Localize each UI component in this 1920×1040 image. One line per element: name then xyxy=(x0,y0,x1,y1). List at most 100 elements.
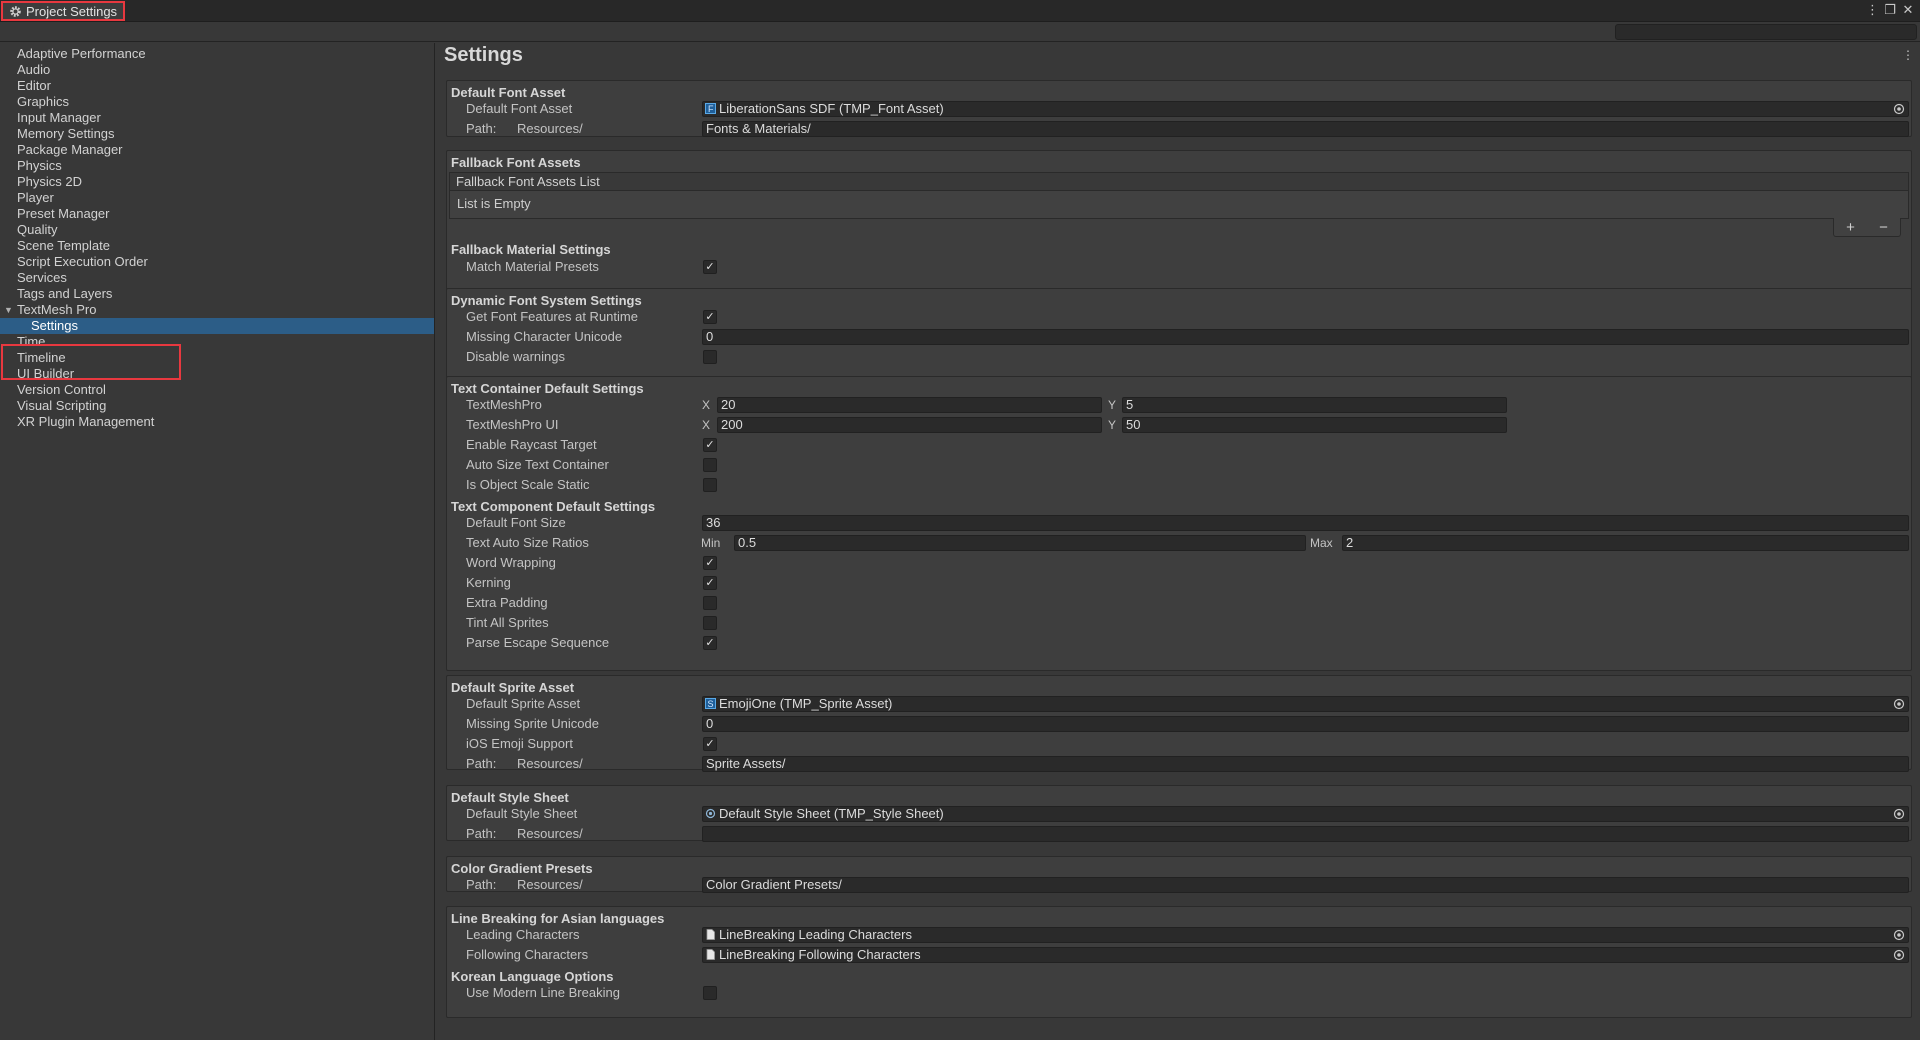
default-font-size-input[interactable]: 36 xyxy=(702,515,1909,531)
parse-escape-sequence-checkbox[interactable]: ✓ xyxy=(703,636,717,650)
maximize-icon[interactable]: ❐ xyxy=(1884,2,1896,18)
auto-size-max-input[interactable]: 2 xyxy=(1342,535,1909,551)
field-label: Missing Character Unicode xyxy=(466,329,623,344)
word-wrapping-checkbox[interactable]: ✓ xyxy=(703,556,717,570)
remove-item-button[interactable]: − xyxy=(1879,219,1888,236)
sidebar-item-tags-and-layers[interactable]: Tags and Layers xyxy=(0,286,434,302)
leading-characters-field[interactable]: LineBreaking Leading Characters xyxy=(702,927,1909,943)
sidebar-item-player[interactable]: Player xyxy=(0,190,434,206)
text-asset-icon xyxy=(706,929,715,940)
path-prefix: Resources/ xyxy=(517,121,583,136)
font-path-input[interactable]: Fonts & Materials/ xyxy=(702,121,1909,137)
sidebar-item-audio[interactable]: Audio xyxy=(0,62,434,78)
min-label: Min xyxy=(701,536,721,550)
x-label: X xyxy=(702,418,711,432)
field-label: Auto Size Text Container xyxy=(466,457,609,472)
sidebar-item-physics-2d[interactable]: Physics 2D xyxy=(0,174,434,190)
textmeshpro-ui-x-input[interactable]: 200 xyxy=(717,417,1102,433)
sidebar-item-ui-builder[interactable]: UI Builder xyxy=(0,366,434,382)
ios-emoji-support-checkbox[interactable]: ✓ xyxy=(703,737,717,751)
field-label: Text Auto Size Ratios xyxy=(466,535,589,550)
get-font-features-checkbox[interactable]: ✓ xyxy=(703,310,717,324)
object-picker-icon[interactable] xyxy=(1893,929,1905,941)
sidebar-item-xr-plugin-management[interactable]: XR Plugin Management xyxy=(0,414,434,430)
textmeshpro-y-input[interactable]: 5 xyxy=(1122,397,1507,413)
auto-size-text-container-checkbox[interactable] xyxy=(703,458,717,472)
sidebar-item-quality[interactable]: Quality xyxy=(0,222,434,238)
more-options-icon[interactable]: ⋮ xyxy=(1866,2,1879,18)
field-label: iOS Emoji Support xyxy=(466,736,573,751)
sidebar-item-version-control[interactable]: Version Control xyxy=(0,382,434,398)
panel-menu-icon[interactable]: ⋮ xyxy=(1902,48,1914,62)
sidebar-item-physics[interactable]: Physics xyxy=(0,158,434,174)
project-settings-tab[interactable]: Project Settings xyxy=(1,1,126,21)
list-footer: + − xyxy=(1833,218,1901,237)
auto-size-min-input[interactable]: 0.5 xyxy=(734,535,1306,551)
svg-text:F: F xyxy=(708,104,714,114)
match-material-presets-checkbox[interactable]: ✓ xyxy=(703,260,717,274)
object-picker-icon[interactable] xyxy=(1893,103,1905,115)
following-characters-field[interactable]: LineBreaking Following Characters xyxy=(702,947,1909,963)
object-picker-icon[interactable] xyxy=(1893,808,1905,820)
sidebar-item-textmesh-pro[interactable]: ▼ TextMesh Pro xyxy=(0,302,434,318)
fallback-list-header[interactable]: Fallback Font Assets List xyxy=(449,172,1909,191)
sprite-path-input[interactable]: Sprite Assets/ xyxy=(702,756,1909,772)
is-object-scale-static-checkbox[interactable] xyxy=(703,478,717,492)
field-label: TextMeshPro UI xyxy=(466,417,559,432)
sidebar-item-services[interactable]: Services xyxy=(0,270,434,286)
x-label: X xyxy=(702,398,711,412)
use-modern-line-breaking-checkbox[interactable] xyxy=(703,986,717,1000)
sidebar-item-script-execution-order[interactable]: Script Execution Order xyxy=(0,254,434,270)
section-line-breaking: Line Breaking for Asian languages Leadin… xyxy=(446,906,1912,1018)
missing-sprite-unicode-input[interactable]: 0 xyxy=(702,716,1909,732)
sidebar-item-graphics[interactable]: Graphics xyxy=(0,94,434,110)
y-label: Y xyxy=(1108,418,1117,432)
section-title: Fallback Font Assets xyxy=(451,155,581,170)
sidebar-item-input-manager[interactable]: Input Manager xyxy=(0,110,434,126)
style-sheet-icon xyxy=(705,808,716,819)
missing-character-unicode-input[interactable]: 0 xyxy=(702,329,1909,345)
y-label: Y xyxy=(1108,398,1117,412)
object-picker-icon[interactable] xyxy=(1893,949,1905,961)
default-font-asset-field[interactable]: F LiberationSans SDF (TMP_Font Asset) xyxy=(702,101,1909,117)
sidebar-item-time[interactable]: Time xyxy=(0,334,434,350)
sidebar-item-textmesh-pro-settings[interactable]: Settings xyxy=(0,318,434,334)
field-label: Disable warnings xyxy=(466,349,565,364)
style-sheet-path-input[interactable] xyxy=(702,826,1909,842)
field-label: Extra Padding xyxy=(466,595,548,610)
object-picker-icon[interactable] xyxy=(1893,698,1905,710)
expand-arrow-icon[interactable]: ▼ xyxy=(4,302,13,318)
color-gradient-path-input[interactable]: Color Gradient Presets/ xyxy=(702,877,1909,893)
default-sprite-asset-field[interactable]: S EmojiOne (TMP_Sprite Asset) xyxy=(702,696,1909,712)
sidebar-item-package-manager[interactable]: Package Manager xyxy=(0,142,434,158)
page-title: Settings xyxy=(444,44,523,66)
field-label: Kerning xyxy=(466,575,511,590)
window-title: Project Settings xyxy=(26,3,118,19)
field-label: Default Sprite Asset xyxy=(466,696,581,711)
close-icon[interactable]: ✕ xyxy=(1902,2,1914,18)
section-default-sprite-asset: Default Sprite Asset Default Sprite Asse… xyxy=(446,675,1912,772)
add-item-button[interactable]: + xyxy=(1846,219,1855,236)
enable-raycast-target-checkbox[interactable]: ✓ xyxy=(703,438,717,452)
sidebar-item-timeline[interactable]: Timeline xyxy=(0,350,434,366)
path-label: Path: xyxy=(466,756,497,771)
sidebar-item-memory-settings[interactable]: Memory Settings xyxy=(0,126,434,142)
sidebar-item-visual-scripting[interactable]: Visual Scripting xyxy=(0,398,434,414)
settings-panel: Settings ⋮ Default Font Asset Default Fo… xyxy=(436,43,1920,1040)
disable-warnings-checkbox[interactable] xyxy=(703,350,717,364)
sidebar-item-scene-template[interactable]: Scene Template xyxy=(0,238,434,254)
search-input[interactable] xyxy=(1615,24,1917,40)
textmeshpro-x-input[interactable]: 20 xyxy=(717,397,1102,413)
section-title: Text Container Default Settings xyxy=(451,381,644,396)
sidebar-item-adaptive-performance[interactable]: Adaptive Performance xyxy=(0,46,434,62)
field-label: Word Wrapping xyxy=(466,555,556,570)
default-style-sheet-field[interactable]: Default Style Sheet (TMP_Style Sheet) xyxy=(702,806,1909,822)
field-value: LineBreaking Following Characters xyxy=(719,947,921,962)
textmeshpro-ui-y-input[interactable]: 50 xyxy=(1122,417,1507,433)
kerning-checkbox[interactable]: ✓ xyxy=(703,576,717,590)
sidebar-item-preset-manager[interactable]: Preset Manager xyxy=(0,206,434,222)
tint-all-sprites-checkbox[interactable] xyxy=(703,616,717,630)
section-title-fallback-material: Fallback Material Settings xyxy=(451,242,611,257)
sidebar-item-editor[interactable]: Editor xyxy=(0,78,434,94)
extra-padding-checkbox[interactable] xyxy=(703,596,717,610)
